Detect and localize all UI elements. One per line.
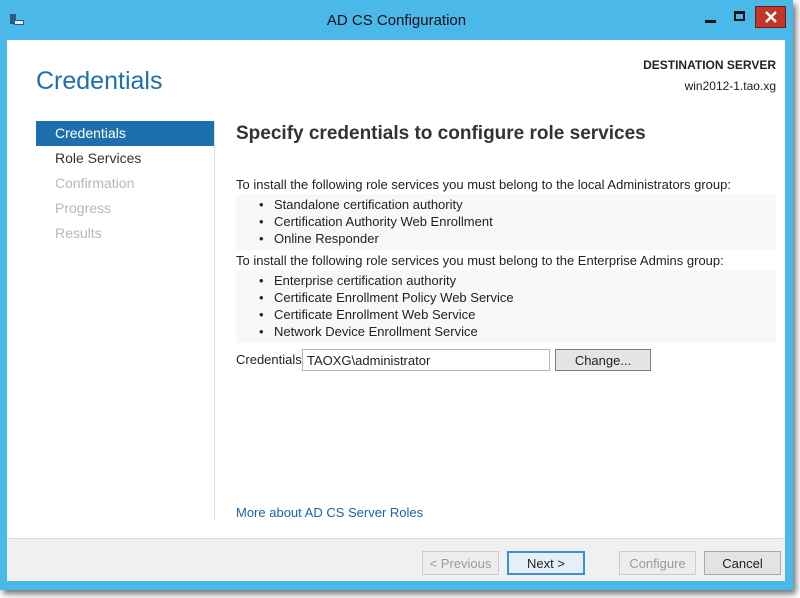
destination-server-label: DESTINATION SERVER xyxy=(643,58,776,72)
enterprise-admins-text: To install the following role services y… xyxy=(236,253,724,268)
page-title: Credentials xyxy=(36,67,163,95)
nav-item-credentials[interactable]: Credentials xyxy=(36,121,214,146)
maximize-icon[interactable] xyxy=(726,6,753,28)
nav-item-confirmation: Confirmation xyxy=(55,175,135,191)
title-bar[interactable]: AD CS Configuration xyxy=(0,0,793,40)
credentials-field[interactable] xyxy=(302,349,550,371)
list-item: Standalone certification authority xyxy=(236,196,776,213)
nav-item-role-services[interactable]: Role Services xyxy=(36,146,214,171)
wizard-footer: < Previous Next > Configure Cancel xyxy=(7,538,785,581)
more-about-ad-cs-link[interactable]: More about AD CS Server Roles xyxy=(236,505,423,520)
change-credentials-button[interactable]: Change... xyxy=(555,349,651,371)
ad-cs-configuration-window: AD CS Configuration Credentials DESTINAT… xyxy=(0,0,793,590)
cancel-button[interactable]: Cancel xyxy=(704,551,781,575)
destination-server-name: win2012-1.tao.xg xyxy=(684,79,776,93)
list-item: Online Responder xyxy=(236,230,776,247)
nav-item-progress: Progress xyxy=(55,200,112,216)
close-icon[interactable] xyxy=(755,6,786,28)
next-button[interactable]: Next > xyxy=(507,551,585,575)
list-item: Certification Authority Web Enrollment xyxy=(236,213,776,230)
configure-button[interactable]: Configure xyxy=(619,551,696,575)
list-item: Certificate Enrollment Web Service xyxy=(236,306,776,323)
list-item: Network Device Enrollment Service xyxy=(236,323,776,340)
content-panel: Specify credentials to configure role se… xyxy=(236,123,776,346)
local-admins-text: To install the following role services y… xyxy=(236,177,731,192)
window-title: AD CS Configuration xyxy=(326,12,467,29)
credentials-label: Credentials: xyxy=(236,352,306,367)
wizard-client-area: Credentials DESTINATION SERVER win2012-1… xyxy=(7,40,785,581)
previous-button[interactable]: < Previous xyxy=(422,551,499,575)
wizard-nav: Credentials Role Services Confirmation P… xyxy=(36,121,215,519)
nav-item-results: Results xyxy=(55,225,102,241)
section-title: Specify credentials to configure role se… xyxy=(236,123,646,144)
enterprise-admins-role-list: Enterprise certification authority Certi… xyxy=(236,270,776,343)
list-item: Certificate Enrollment Policy Web Servic… xyxy=(236,289,776,306)
local-admins-role-list: Standalone certification authority Certi… xyxy=(236,194,776,250)
list-item: Enterprise certification authority xyxy=(236,272,776,289)
minimize-icon[interactable] xyxy=(697,6,724,28)
